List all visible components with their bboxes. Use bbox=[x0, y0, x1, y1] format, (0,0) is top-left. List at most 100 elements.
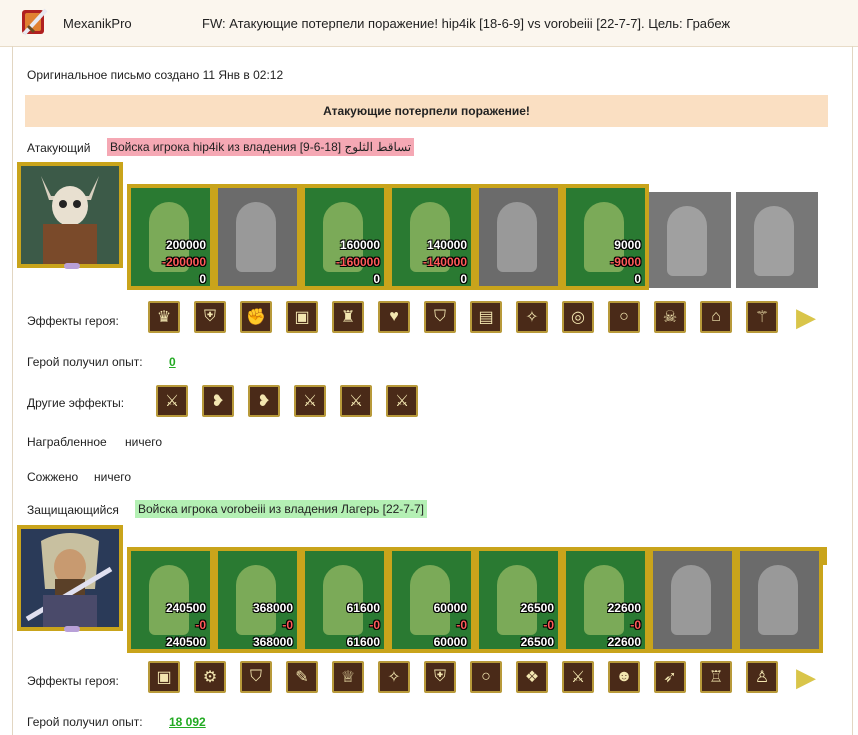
unit-slot[interactable] bbox=[475, 184, 562, 290]
hero-dots bbox=[64, 626, 80, 632]
unit-slot[interactable]: 240500 -0 240500 bbox=[127, 547, 214, 653]
other-effects-label: Другие эффекты: bbox=[27, 396, 125, 410]
scroll-right-icon[interactable]: ▶ bbox=[790, 301, 822, 333]
attacker-hero-portrait[interactable] bbox=[17, 162, 123, 269]
unit-remaining: 60000 bbox=[433, 635, 467, 649]
sword-shield-icon bbox=[22, 8, 48, 36]
staff-icon[interactable]: ⚚ bbox=[746, 301, 778, 333]
unit-loss: -0 bbox=[543, 618, 554, 632]
boot-icon[interactable]: ⌂ bbox=[700, 301, 732, 333]
unit-slot[interactable] bbox=[214, 184, 301, 290]
cylinder-icon[interactable]: ◎ bbox=[562, 301, 594, 333]
unit-loss: -160000 bbox=[335, 255, 380, 269]
chest-icon[interactable]: ▣ bbox=[286, 301, 318, 333]
hero-dots bbox=[64, 263, 80, 269]
unit-remaining: 240500 bbox=[165, 635, 206, 649]
other-effects-list: ⚔ ❥ ❥ ⚔ ⚔ ⚔ bbox=[156, 385, 426, 421]
attacker-effects-label: Эффекты героя: bbox=[27, 314, 119, 328]
unit-loss: -9000 bbox=[610, 255, 641, 269]
unit-count: 9000 bbox=[614, 238, 641, 252]
burned-label: Сожжено bbox=[27, 470, 79, 484]
hearts-icon[interactable]: ❥ bbox=[202, 385, 234, 417]
skull-ring-icon[interactable]: ☠ bbox=[654, 301, 686, 333]
unit-figure-icon bbox=[667, 206, 707, 276]
unit-slot[interactable] bbox=[649, 547, 736, 653]
unit-figure-icon bbox=[758, 565, 798, 635]
castle-icon[interactable]: ♜ bbox=[332, 301, 364, 333]
scroll-right-icon[interactable]: ▶ bbox=[790, 661, 822, 693]
left-divider bbox=[12, 46, 13, 735]
defender-army-title: Войска игрока vorobeiii из владения Лаге… bbox=[135, 500, 427, 518]
unit-remaining: 0 bbox=[199, 272, 206, 286]
mask-icon[interactable]: ☻ bbox=[608, 661, 640, 693]
unit-loss: -0 bbox=[630, 618, 641, 632]
arrow-icon[interactable]: ➶ bbox=[654, 661, 686, 693]
gauntlet-icon[interactable]: ✊ bbox=[240, 301, 272, 333]
loot-value: ничего bbox=[125, 435, 163, 449]
battle-result-banner: Атакующие потерпели поражение! bbox=[25, 95, 828, 127]
scroll-icon[interactable]: ✎ bbox=[286, 661, 318, 693]
sword-icon[interactable]: ⚔ bbox=[156, 385, 188, 417]
armor-icon[interactable]: ⛨ bbox=[424, 661, 456, 693]
unit-slot[interactable] bbox=[736, 192, 818, 288]
attacker-exp-label: Герой получил опыт: bbox=[27, 355, 143, 369]
heart-icon[interactable]: ♥ bbox=[378, 301, 410, 333]
unit-count: 61600 bbox=[346, 601, 380, 615]
green-sword-icon[interactable]: ⚔ bbox=[340, 385, 372, 417]
unit-figure-icon bbox=[149, 565, 189, 635]
unit-slot[interactable]: 60000 -0 60000 bbox=[388, 547, 475, 653]
unit-remaining: 0 bbox=[634, 272, 641, 286]
helmet-icon[interactable]: ♕ bbox=[332, 661, 364, 693]
unit-slot[interactable]: 61600 -0 61600 bbox=[301, 547, 388, 653]
unit-slot[interactable]: 26500 -0 26500 bbox=[475, 547, 562, 653]
chest-icon[interactable]: ▣ bbox=[148, 661, 180, 693]
unit-slot[interactable]: 160000 -160000 0 bbox=[301, 184, 388, 290]
unit-slot[interactable]: 22600 -0 22600 bbox=[562, 547, 649, 653]
sword-icon[interactable]: ⚔ bbox=[562, 661, 594, 693]
unit-loss: -0 bbox=[195, 618, 206, 632]
barrel-icon[interactable]: ▤ bbox=[470, 301, 502, 333]
sword-icon[interactable]: ⚔ bbox=[386, 385, 418, 417]
shield-icon[interactable]: ⛉ bbox=[240, 661, 272, 693]
unit-figure-icon bbox=[236, 202, 276, 272]
unit-figure-icon bbox=[410, 565, 450, 635]
amulet-icon[interactable]: ✧ bbox=[378, 661, 410, 693]
unit-figure-icon bbox=[584, 565, 624, 635]
unit-loss: -200000 bbox=[161, 255, 206, 269]
unit-count: 140000 bbox=[426, 238, 467, 252]
unit-remaining: 26500 bbox=[520, 635, 554, 649]
unit-slot[interactable]: 9000 -9000 0 bbox=[562, 184, 649, 290]
defender-effects-list: ▣ ⚙ ⛉ ✎ ♕ ✧ ⛨ ○ ❖ ⚔ ☻ ➶ ♖ ♙ ▶ bbox=[148, 661, 816, 697]
unit-slot[interactable] bbox=[649, 192, 731, 288]
tower-icon[interactable]: ♖ bbox=[700, 661, 732, 693]
gear-icon[interactable]: ⚙ bbox=[194, 661, 226, 693]
ring-icon[interactable]: ○ bbox=[608, 301, 640, 333]
defender-hero-portrait[interactable] bbox=[17, 525, 123, 632]
unit-figure-icon bbox=[236, 565, 276, 635]
hearts-icon[interactable]: ❥ bbox=[248, 385, 280, 417]
sword-icon[interactable]: ⚔ bbox=[294, 385, 326, 417]
ring-icon[interactable]: ○ bbox=[470, 661, 502, 693]
defender-effects-label: Эффекты героя: bbox=[27, 674, 119, 688]
unit-slot[interactable]: 140000 -140000 0 bbox=[388, 184, 475, 290]
unit-slot[interactable] bbox=[736, 547, 823, 653]
unit-figure-icon bbox=[497, 565, 537, 635]
crown-icon[interactable]: ♛ bbox=[148, 301, 180, 333]
shell-icon[interactable]: ❖ bbox=[516, 661, 548, 693]
attacker-exp-value[interactable]: 0 bbox=[169, 355, 176, 369]
unit-remaining: 0 bbox=[460, 272, 467, 286]
unit-remaining: 0 bbox=[373, 272, 380, 286]
unit-slot[interactable]: 368000 -0 368000 bbox=[214, 547, 301, 653]
amulet-icon[interactable]: ✧ bbox=[516, 301, 548, 333]
figure-icon[interactable]: ♙ bbox=[746, 661, 778, 693]
shield-icon[interactable]: ⛉ bbox=[424, 301, 456, 333]
warrior-portrait-icon bbox=[21, 529, 119, 627]
attacker-army-title: Войска игрока hip4ik из владения تساقط ا… bbox=[107, 138, 415, 156]
defender-exp-value[interactable]: 18 092 bbox=[169, 715, 206, 729]
sender-name[interactable]: MexanikPro bbox=[63, 16, 132, 31]
unit-slot[interactable]: 200000 -200000 0 bbox=[127, 184, 214, 290]
armor-icon[interactable]: ⛨ bbox=[194, 301, 226, 333]
unit-count: 200000 bbox=[165, 238, 206, 252]
attacker-label: Атакующий bbox=[27, 141, 91, 155]
unit-remaining: 61600 bbox=[346, 635, 380, 649]
